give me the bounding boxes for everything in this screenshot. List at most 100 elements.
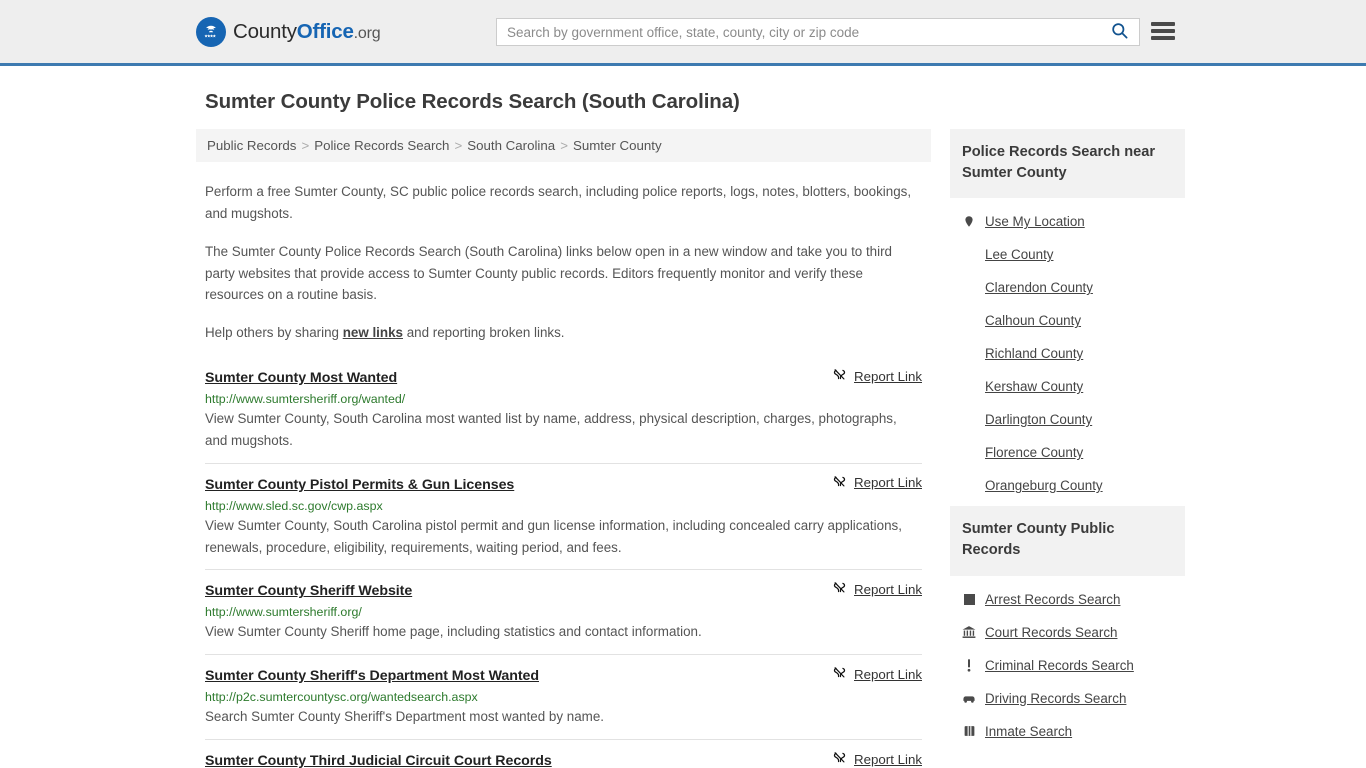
jail-icon — [962, 724, 976, 738]
sidebar-item-label[interactable]: Criminal Records Search — [985, 658, 1134, 673]
sidebar-item-label[interactable]: Lee County — [985, 247, 1054, 262]
sidebar-list-item[interactable]: Use My Location — [950, 205, 1185, 238]
result-title-link[interactable]: Sumter County Sheriff Website — [205, 583, 412, 599]
hamburger-menu-icon — [1151, 29, 1175, 33]
breadcrumb-item[interactable]: Public Records — [207, 138, 296, 153]
intro-text: Perform a free Sumter County, SC public … — [196, 181, 931, 344]
report-link-label: Report Link — [854, 368, 922, 384]
sidebar-public-records-heading: Sumter County Public Records — [950, 506, 1185, 576]
courthouse-icon — [962, 625, 976, 639]
result-header: Sumter County Most Wanted Report Link — [205, 367, 922, 387]
sidebar-item-label[interactable]: Florence County — [985, 445, 1083, 460]
sidebar-item-label[interactable]: Kershaw County — [985, 379, 1083, 394]
breadcrumb-item[interactable]: Sumter County — [573, 138, 662, 153]
sidebar-nearby-box: Police Records Search near Sumter County… — [950, 129, 1185, 502]
result-item: Sumter County Most Wanted Report Link http… — [205, 367, 922, 463]
search-button[interactable] — [1099, 19, 1139, 45]
report-link-label: Report Link — [854, 666, 922, 682]
sidebar-list-item[interactable]: Florence County — [950, 436, 1185, 469]
sidebar-list-item[interactable]: Kershaw County — [950, 370, 1185, 403]
report-link-button[interactable]: Report Link — [832, 580, 922, 598]
sidebar-list-item[interactable]: Richland County — [950, 337, 1185, 370]
result-description: View Sumter County Sheriff home page, in… — [205, 624, 702, 640]
sidebar-list-item[interactable]: Calhoun County — [950, 304, 1185, 337]
sidebar-item-label[interactable]: Richland County — [985, 346, 1083, 361]
sidebar-nearby-list: Use My Location Lee County Clarendon Count… — [950, 198, 1185, 502]
sidebar-list-item[interactable]: Arrest Records Search — [950, 583, 1185, 616]
brand-part-county: County — [233, 19, 297, 43]
results-list: Sumter County Most Wanted Report Link http… — [196, 367, 931, 768]
result-url[interactable]: http://www.sumtersheriff.org/wanted/ — [205, 392, 922, 406]
sidebar-item-label[interactable]: Calhoun County — [985, 313, 1081, 328]
result-item: Sumter County Sheriff's Department Most … — [205, 654, 922, 739]
intro-paragraph-3: Help others by sharing new links and rep… — [205, 322, 922, 344]
result-item: Sumter County Sheriff Website Report Link… — [205, 569, 922, 654]
breadcrumb-separator: > — [454, 138, 463, 153]
sidebar-item-label[interactable]: Driving Records Search — [985, 691, 1126, 706]
result-url[interactable]: http://www.sled.sc.gov/cwp.aspx — [205, 499, 922, 513]
sidebar-list-item[interactable]: Lee County — [950, 238, 1185, 271]
exclamation-icon — [962, 658, 976, 673]
result-item: Sumter County Third Judicial Circuit Cou… — [205, 739, 922, 768]
sidebar: Police Records Search near Sumter County… — [950, 129, 1185, 752]
report-link-button[interactable]: Report Link — [832, 474, 922, 492]
new-links-link[interactable]: new links — [343, 325, 403, 340]
site-logo-text: CountyOffice.org — [233, 19, 381, 44]
main-column: Public Records > Police Records Search > Sou… — [196, 129, 931, 768]
result-title-link[interactable]: Sumter County Most Wanted — [205, 370, 397, 386]
breadcrumb-item[interactable]: Police Records Search — [314, 138, 449, 153]
hamburger-menu-button[interactable] — [1151, 20, 1175, 42]
sidebar-item-label[interactable]: Inmate Search — [985, 724, 1072, 739]
breadcrumb-separator: > — [560, 138, 568, 153]
result-header: Sumter County Third Judicial Circuit Cou… — [205, 750, 922, 768]
broken-link-icon — [832, 367, 847, 385]
broken-link-icon — [832, 474, 847, 492]
breadcrumb-item[interactable]: South Carolina — [467, 138, 555, 153]
result-url[interactable]: http://www.sumtersheriff.org/ — [205, 605, 922, 619]
report-link-label: Report Link — [854, 581, 922, 597]
result-title-link[interactable]: Sumter County Pistol Permits & Gun Licen… — [205, 477, 514, 493]
report-link-label: Report Link — [854, 475, 922, 491]
sidebar-list-item[interactable]: Court Records Search — [950, 616, 1185, 649]
map-pin-icon — [962, 214, 976, 229]
search-icon — [1110, 21, 1129, 43]
result-title-link[interactable]: Sumter County Sheriff's Department Most … — [205, 668, 539, 684]
result-header: Sumter County Sheriff's Department Most … — [205, 665, 922, 685]
search-bar[interactable] — [496, 18, 1140, 46]
sidebar-item-label[interactable]: Use My Location — [985, 214, 1085, 229]
sidebar-list-item[interactable]: Driving Records Search — [950, 682, 1185, 715]
brand-part-office: Office — [296, 19, 354, 43]
site-logo-link[interactable]: CountyOffice.org — [196, 16, 381, 47]
sidebar-item-label[interactable]: Orangeburg County — [985, 478, 1103, 493]
breadcrumb-separator: > — [301, 138, 310, 153]
report-link-button[interactable]: Report Link — [832, 665, 922, 683]
result-header: Sumter County Sheriff Website Report Link — [205, 580, 922, 600]
sidebar-list-item[interactable]: Criminal Records Search — [950, 649, 1185, 682]
sidebar-nearby-heading: Police Records Search near Sumter County — [950, 129, 1185, 199]
result-header: Sumter County Pistol Permits & Gun Licen… — [205, 474, 922, 493]
search-input[interactable] — [497, 24, 1099, 40]
intro-p3-after: and reporting broken links. — [402, 325, 565, 341]
intro-paragraph-2: The Sumter County Police Records Search … — [205, 243, 893, 303]
result-url[interactable]: http://p2c.sumtercountysc.org/wantedsear… — [205, 690, 922, 704]
sidebar-item-label[interactable]: Court Records Search — [985, 625, 1117, 640]
sidebar-list-item[interactable]: Orangeburg County — [950, 469, 1185, 502]
car-icon — [962, 692, 976, 705]
sidebar-item-label[interactable]: Darlington County — [985, 412, 1092, 427]
report-link-button[interactable]: Report Link — [832, 367, 922, 385]
sidebar-item-label[interactable]: Arrest Records Search — [985, 592, 1120, 607]
report-link-button[interactable]: Report Link — [832, 750, 922, 768]
broken-link-icon — [832, 580, 847, 598]
sidebar-item-label[interactable]: Clarendon County — [985, 280, 1093, 295]
breadcrumb: Public Records > Police Records Search > Sou… — [196, 129, 931, 162]
result-title-link[interactable]: Sumter County Third Judicial Circuit Cou… — [205, 753, 552, 768]
result-description: View Sumter County, South Carolina pisto… — [205, 517, 902, 555]
result-description: Search Sumter County Sheriff's Departmen… — [205, 709, 605, 725]
eagle-seal-icon — [196, 16, 226, 47]
sidebar-list-item[interactable]: Inmate Search — [950, 715, 1185, 748]
broken-link-icon — [832, 750, 847, 768]
sidebar-list-item[interactable]: Clarendon County — [950, 271, 1185, 304]
sidebar-list-item[interactable]: Darlington County — [950, 403, 1185, 436]
hamburger-menu-icon — [1151, 36, 1175, 40]
sidebar-public-records-box: Sumter County Public Records Arrest Reco… — [950, 506, 1185, 747]
